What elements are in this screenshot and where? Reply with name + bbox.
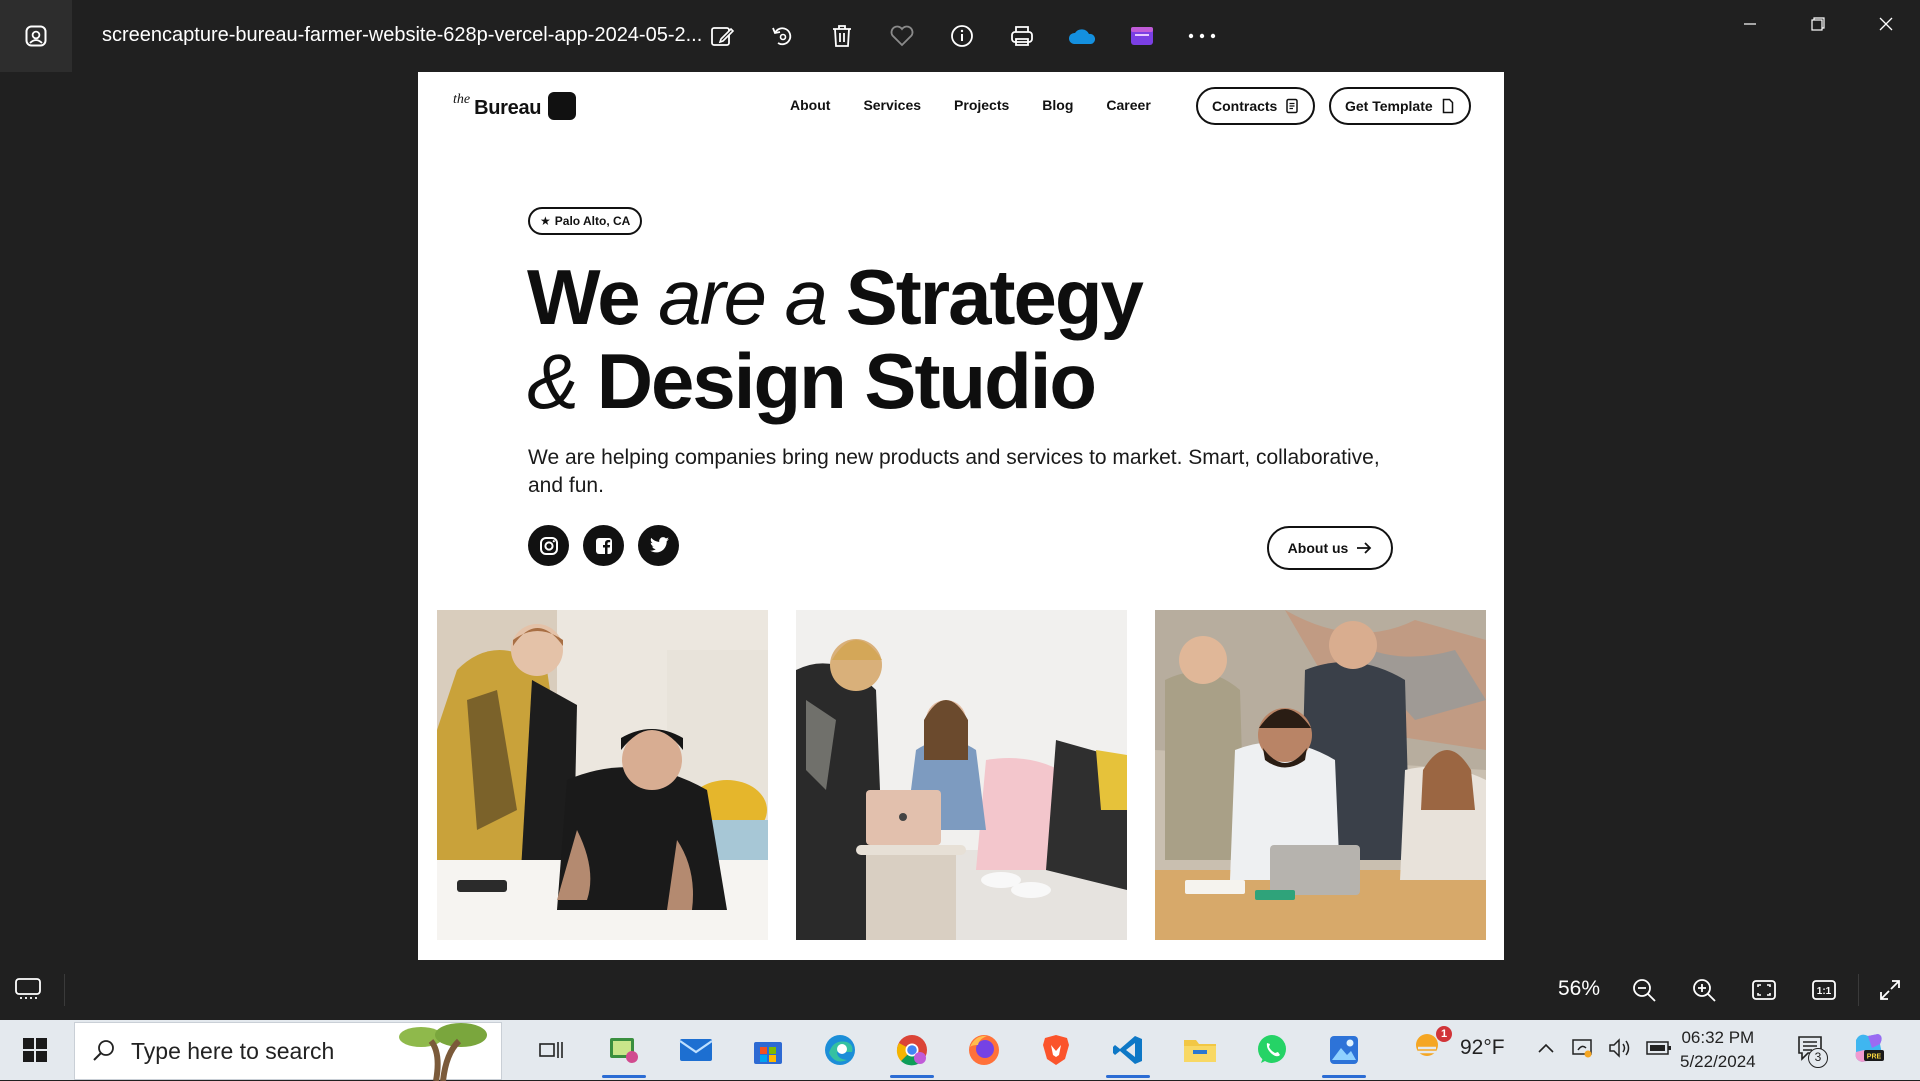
copilot-icon[interactable]: PRE (1850, 1030, 1886, 1071)
social-links (528, 525, 679, 566)
mail-icon[interactable] (660, 1020, 732, 1080)
star-icon: ★ (540, 214, 551, 228)
team-photo-designer (437, 610, 768, 940)
brave-browser-icon[interactable] (1020, 1020, 1092, 1080)
nav-about[interactable]: About (790, 97, 830, 113)
minimize-icon[interactable] (1716, 0, 1784, 48)
location-label: Palo Alto, CA (554, 214, 631, 228)
edge-browser-icon[interactable] (804, 1020, 876, 1080)
logo-wordmark: Bureau (474, 97, 542, 119)
photos-title-bar: screencapture-bureau-farmer-website-628p… (0, 0, 1920, 72)
photos-taskbar-icon[interactable] (588, 1020, 660, 1080)
facebook-icon[interactable] (583, 525, 624, 566)
about-us-button[interactable]: About us (1267, 526, 1393, 570)
site-nav: About Services Projects Blog Career (790, 97, 1151, 113)
print-icon[interactable] (1000, 14, 1044, 58)
team-photo-group (1155, 610, 1486, 940)
battery-icon[interactable] (1646, 1040, 1672, 1061)
volume-icon[interactable] (1608, 1037, 1632, 1064)
location-badge: ★ Palo Alto, CA (528, 207, 643, 235)
contracts-label: Contracts (1212, 98, 1278, 114)
nav-blog[interactable]: Blog (1042, 97, 1073, 113)
vscode-icon[interactable] (1092, 1020, 1164, 1080)
team-photo-meeting (796, 610, 1127, 940)
divider (1858, 974, 1859, 1006)
fullscreen-icon[interactable] (1870, 972, 1910, 1008)
arrow-right-icon (1357, 542, 1372, 554)
zoom-out-icon[interactable] (1622, 972, 1666, 1008)
divider (64, 974, 65, 1006)
actual-size-icon[interactable]: 1:1 (1802, 972, 1846, 1008)
task-view-icon[interactable] (516, 1020, 588, 1080)
captured-webpage: the Bureau About Services Projects Blog … (418, 72, 1504, 960)
instagram-icon[interactable] (528, 525, 569, 566)
hero-words-design-studio: Design Studio (596, 337, 1097, 425)
search-highlight-tree-icon (399, 1023, 487, 1081)
firefox-browser-icon[interactable] (948, 1020, 1020, 1080)
network-sync-icon[interactable] (1570, 1036, 1594, 1065)
windows-start-icon[interactable] (0, 1020, 70, 1080)
whatsapp-icon[interactable] (1236, 1020, 1308, 1080)
photos-app-running-icon[interactable] (1308, 1020, 1380, 1080)
weather-temperature: 92°F (1460, 1035, 1505, 1059)
zoom-level: 56% (1558, 977, 1601, 1000)
filmstrip-toggle-icon[interactable] (14, 976, 42, 1005)
weather-alert-badge: 1 (1436, 1026, 1452, 1042)
info-icon[interactable] (940, 14, 984, 58)
get-template-label: Get Template (1345, 98, 1433, 114)
fit-to-window-icon[interactable] (1742, 972, 1786, 1008)
search-placeholder: Type here to search (131, 1037, 335, 1064)
notification-count-badge: 3 (1808, 1048, 1828, 1068)
nav-projects[interactable]: Projects (954, 97, 1009, 113)
hero-description: We are helping companies bring new produ… (528, 446, 1380, 497)
file-explorer-icon[interactable] (1164, 1020, 1236, 1080)
notification-center-icon[interactable]: 3 (1796, 1034, 1828, 1069)
more-options-icon[interactable] (1180, 14, 1224, 58)
taskbar-search-box[interactable]: Type here to search (74, 1022, 502, 1081)
onedrive-icon[interactable] (1060, 14, 1104, 58)
svg-text:1:1: 1:1 (1817, 986, 1832, 997)
logo-square-mark (548, 92, 577, 120)
windows-taskbar: Type here to search 1 92°F 06:32 PM 5/22… (0, 1020, 1920, 1081)
photos-app-icon[interactable] (0, 0, 72, 72)
search-icon (93, 1040, 114, 1061)
chrome-browser-icon[interactable] (876, 1020, 948, 1080)
hero-word-strategy: Strategy (845, 253, 1144, 341)
nav-services[interactable]: Services (863, 97, 921, 113)
microsoft-store-icon[interactable] (732, 1020, 804, 1080)
site-logo[interactable]: the Bureau (453, 92, 577, 120)
system-tray (1536, 1036, 1672, 1065)
edit-image-icon[interactable] (700, 14, 744, 58)
document-list-icon (1286, 98, 1299, 114)
clock-date: 5/22/2024 (1680, 1052, 1756, 1071)
document-icon (1442, 98, 1453, 114)
close-icon[interactable] (1852, 0, 1920, 48)
rotate-icon[interactable] (760, 14, 804, 58)
twitter-icon[interactable] (638, 525, 679, 566)
restore-icon[interactable] (1784, 0, 1852, 48)
get-template-button[interactable]: Get Template (1329, 87, 1471, 125)
system-clock[interactable]: 06:32 PM 5/22/2024 (1680, 1026, 1756, 1074)
logo-prefix: the (453, 92, 471, 107)
photos-bottom-bar: 56% 1:1 (0, 960, 1920, 1020)
nav-career[interactable]: Career (1106, 97, 1150, 113)
hero-words-are-a: are a (658, 253, 828, 341)
weather-widget[interactable]: 1 92°F (1412, 1026, 1505, 1065)
about-us-label: About us (1287, 540, 1349, 556)
hero-headline: We are a Strategy & Design Studio (527, 253, 1144, 425)
clock-time: 06:32 PM (1681, 1028, 1755, 1047)
contracts-button[interactable]: Contracts (1196, 87, 1316, 125)
clipchamp-icon[interactable] (1120, 14, 1164, 58)
zoom-in-icon[interactable] (1682, 972, 1726, 1008)
hero-ampersand: & (527, 337, 579, 425)
svg-text:PRE: PRE (1867, 1054, 1882, 1061)
file-name-title: screencapture-bureau-farmer-website-628p… (102, 24, 703, 46)
delete-icon[interactable] (820, 14, 864, 58)
favorite-heart-icon[interactable] (880, 14, 924, 58)
chevron-up-icon[interactable] (1536, 1041, 1556, 1060)
hero-word-we: We (527, 253, 641, 341)
